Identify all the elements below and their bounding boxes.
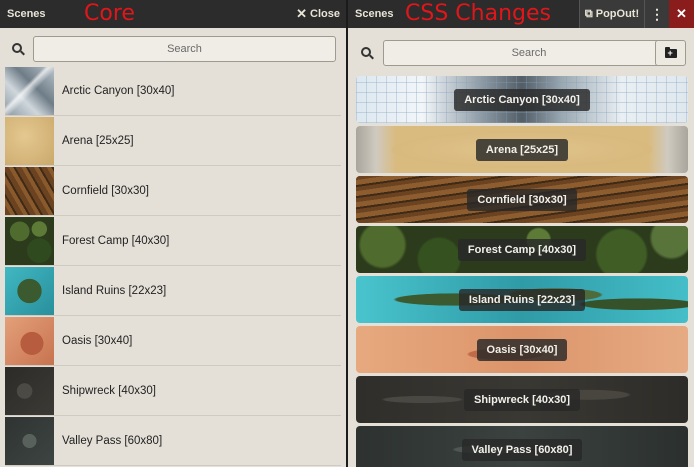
scene-list-item[interactable]: Forest Camp [40x30]: [5, 216, 341, 266]
more-options-button[interactable]: ⋮: [644, 0, 669, 28]
window-header[interactable]: Scenes Core ✕ Close: [0, 0, 346, 28]
close-icon: ✕: [676, 6, 687, 21]
scene-name: Shipwreck [40x30]: [62, 384, 156, 397]
scene-list-item[interactable]: Shipwreck [40x30]: [5, 366, 341, 416]
scene-thumbnail: [5, 266, 54, 315]
window-title: Scenes: [355, 8, 394, 20]
search-bar: +: [348, 35, 694, 66]
scene-thumbnail: [5, 366, 54, 415]
scene-list-item[interactable]: Valley Pass [60x80]: [356, 426, 688, 467]
close-label: Close: [310, 8, 340, 20]
scenes-panel-css: Scenes CSS Changes ⧉ PopOut! ⋮ ✕ + Arcti…: [348, 0, 694, 467]
scene-list-item[interactable]: Arena [25x25]: [5, 116, 341, 166]
search-input[interactable]: [33, 36, 336, 62]
scene-thumbnail: [5, 416, 54, 465]
close-button[interactable]: ✕ Close: [296, 0, 340, 28]
annotation-label: Core: [84, 1, 135, 26]
scene-thumbnail: [5, 66, 54, 115]
scene-list-item[interactable]: Oasis [30x40]: [356, 326, 688, 373]
window-header[interactable]: Scenes CSS Changes ⧉ PopOut! ⋮ ✕: [348, 0, 694, 28]
scene-name: Arctic Canyon [30x40]: [62, 84, 175, 97]
scene-name: Cornfield [30x30]: [62, 184, 149, 197]
scenes-panel-core: Scenes Core ✕ Close Arctic Canyon [30x40…: [0, 0, 346, 467]
scene-list-item[interactable]: Island Ruins [22x23]: [5, 266, 341, 316]
external-link-icon: ⧉: [584, 7, 593, 20]
scene-name: Oasis [30x40]: [476, 338, 568, 361]
scene-list-item[interactable]: Arena [25x25]: [356, 126, 688, 173]
scene-list: Arctic Canyon [30x40] Arena [25x25] Cornfi…: [356, 76, 688, 467]
scene-list-item[interactable]: Oasis [30x40]: [5, 316, 341, 366]
scene-name: Arctic Canyon [30x40]: [454, 88, 590, 111]
scene-thumbnail: [5, 316, 54, 365]
scene-name: Oasis [30x40]: [62, 334, 133, 347]
scene-thumbnail: [5, 216, 54, 265]
popout-label: PopOut!: [595, 8, 640, 20]
annotation-label: CSS Changes: [405, 1, 551, 26]
scene-list-item[interactable]: Arctic Canyon [30x40]: [356, 76, 688, 123]
scene-name: Forest Camp [40x30]: [457, 238, 587, 261]
scene-list: Arctic Canyon [30x40] Arena [25x25] Cornfi…: [5, 66, 341, 466]
search-icon: [12, 43, 26, 57]
vertical-ellipsis-icon: ⋮: [650, 5, 664, 22]
close-button[interactable]: ✕: [669, 0, 694, 28]
scene-name: Valley Pass [60x80]: [62, 434, 163, 447]
scene-list-item[interactable]: Shipwreck [40x30]: [356, 376, 688, 423]
scene-name: Valley Pass [60x80]: [461, 438, 583, 461]
scene-name: Forest Camp [40x30]: [62, 234, 170, 247]
popout-button[interactable]: ⧉ PopOut!: [579, 0, 644, 28]
scene-list-item[interactable]: Cornfield [30x30]: [356, 176, 688, 223]
scene-list-item[interactable]: Cornfield [30x30]: [5, 166, 341, 216]
scene-name: Shipwreck [40x30]: [464, 388, 580, 411]
scene-name: Cornfield [30x30]: [467, 188, 577, 211]
folder-plus-icon: +: [664, 46, 677, 58]
close-icon: ✕: [296, 6, 308, 21]
create-folder-button[interactable]: +: [655, 40, 686, 66]
scene-name: Island Ruins [22x23]: [458, 288, 586, 311]
scene-name: Island Ruins [22x23]: [62, 284, 167, 297]
scene-thumbnail: [5, 116, 54, 165]
scene-list-item[interactable]: Forest Camp [40x30]: [356, 226, 688, 273]
scene-name: Arena [25x25]: [475, 138, 569, 161]
search-input[interactable]: [383, 40, 675, 66]
scene-list-item[interactable]: Valley Pass [60x80]: [5, 416, 341, 466]
window-title: Scenes: [7, 8, 46, 20]
search-bar: [0, 35, 346, 63]
scene-list-item[interactable]: Arctic Canyon [30x40]: [5, 66, 341, 116]
scene-thumbnail: [5, 166, 54, 215]
scene-list-item[interactable]: Island Ruins [22x23]: [356, 276, 688, 323]
search-icon: [361, 47, 375, 61]
scene-name: Arena [25x25]: [62, 134, 134, 147]
